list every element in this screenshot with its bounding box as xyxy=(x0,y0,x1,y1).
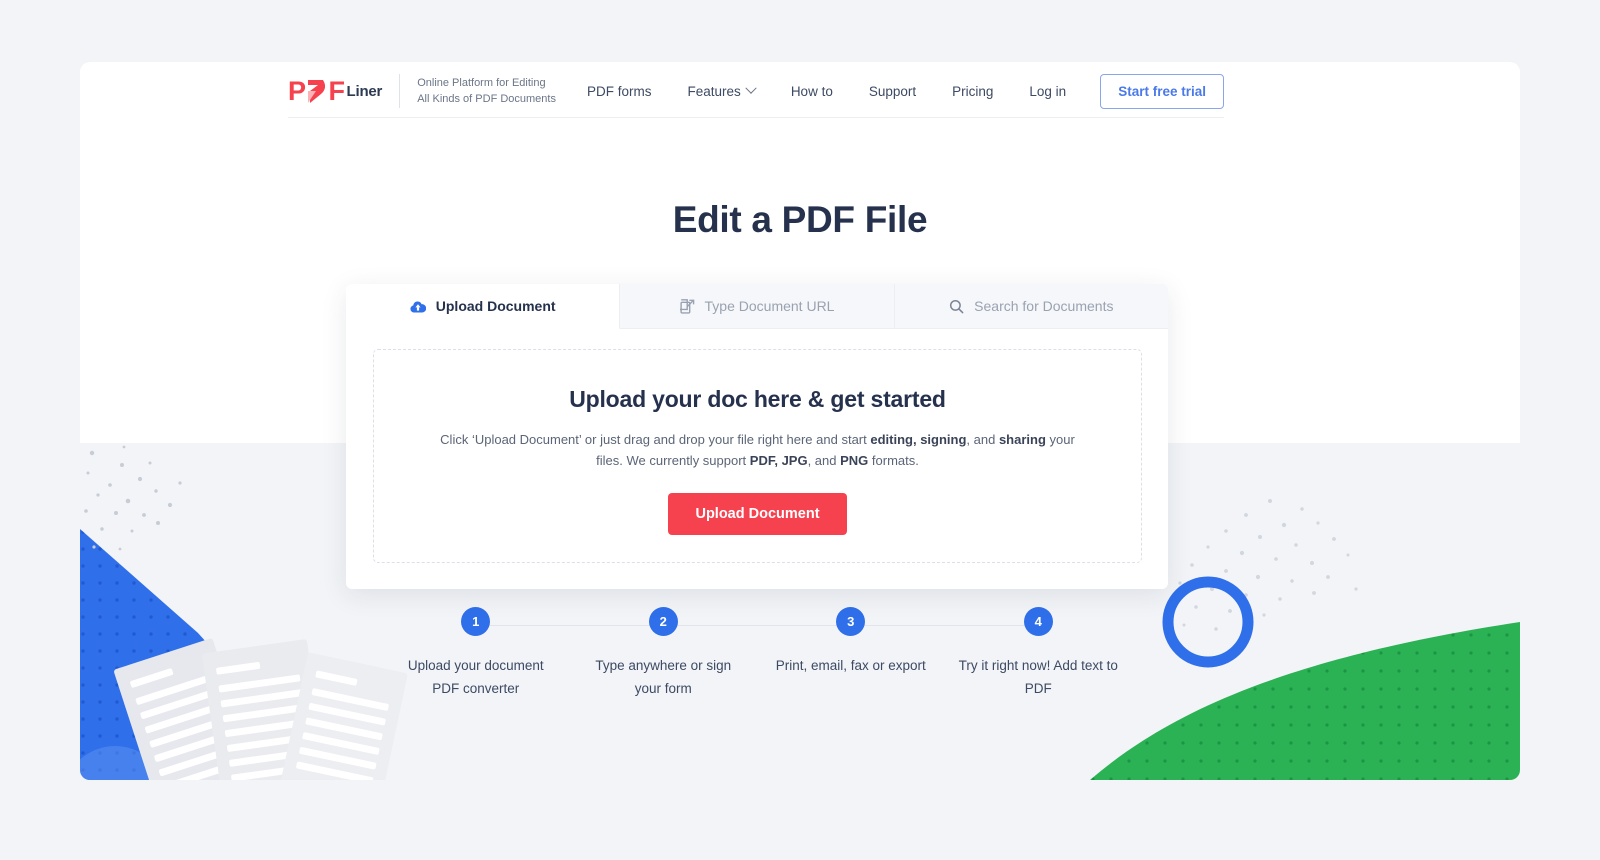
dot-cluster-left xyxy=(84,445,182,551)
tab-label: Type Document URL xyxy=(704,298,835,314)
document-sheets-illustration xyxy=(114,638,408,780)
page-card: P F Liner Online Platform for Editing Al… xyxy=(80,62,1520,780)
search-icon xyxy=(949,299,964,314)
upload-document-button[interactable]: Upload Document xyxy=(668,493,847,536)
desc-part-5: formats. xyxy=(868,453,919,469)
panel-tabs: Upload Document Type Document URL Search… xyxy=(346,284,1168,329)
step-number-badge: 4 xyxy=(1023,607,1053,636)
nav-item-features[interactable]: Features xyxy=(687,82,757,99)
logo-mark: P F Liner xyxy=(288,75,383,106)
logo-letter-f: F xyxy=(328,75,346,106)
dropzone-title: Upload your doc here & get started xyxy=(569,386,946,412)
cloud-upload-icon xyxy=(410,300,426,313)
step-number-badge: 3 xyxy=(836,607,866,636)
step-number-badge: 1 xyxy=(461,607,491,636)
tagline-line-2: All Kinds of PDF Documents xyxy=(417,93,556,105)
pdf-arrow-icon xyxy=(307,79,328,104)
nav-item-log-in[interactable]: Log in xyxy=(1029,84,1066,99)
desc-bold-4: PNG xyxy=(840,453,869,469)
tab-label: Search for Documents xyxy=(974,298,1114,314)
desc-part-4: , and xyxy=(807,453,841,469)
step-number-badge: 2 xyxy=(648,607,678,636)
tab-upload-document[interactable]: Upload Document xyxy=(346,284,621,329)
main-navigation: PDF forms Features How to Support Pricin… xyxy=(587,73,1224,109)
desc-bold-1: editing, signing xyxy=(870,432,967,447)
desc-bold-2: sharing xyxy=(998,432,1046,447)
step-label: Type anywhere or sign your form xyxy=(595,658,732,696)
step-item: 3 Print, email, fax or export xyxy=(757,607,1039,700)
nav-item-pdf-forms[interactable]: PDF forms xyxy=(587,84,652,99)
steps-section: 1 Upload your document PDF converter 2 T… xyxy=(382,607,1132,700)
header-divider xyxy=(288,117,1224,118)
nav-item-pricing[interactable]: Pricing xyxy=(952,84,993,99)
steps-row: 1 Upload your document PDF converter 2 T… xyxy=(382,607,1132,700)
blue-triangle-shape xyxy=(80,529,330,780)
tab-search-for-documents[interactable]: Search for Documents xyxy=(894,284,1168,329)
external-link-icon xyxy=(679,298,695,314)
nav-label: PDF forms xyxy=(587,83,652,99)
tab-label: Upload Document xyxy=(435,298,556,314)
nav-label: Features xyxy=(687,83,741,99)
tab-type-document-url[interactable]: Type Document URL xyxy=(620,284,895,329)
step-label: Print, email, fax or export xyxy=(775,658,926,673)
step-item: 1 Upload your document PDF converter xyxy=(382,607,664,700)
desc-part-1: Click ‘Upload Document’ or just drag and… xyxy=(440,432,871,447)
nav-label: Support xyxy=(868,83,917,99)
nav-label: Pricing xyxy=(952,83,994,99)
dropzone-description: Click ‘Upload Document’ or just drag and… xyxy=(428,429,1088,471)
tagline-line-1: Online Platform for Editing xyxy=(417,76,546,89)
dot-cluster-right xyxy=(1178,499,1358,631)
nav-label: Log in xyxy=(1029,83,1067,99)
upload-dropzone[interactable]: Upload your doc here & get started Click… xyxy=(373,349,1142,563)
site-header: P F Liner Online Platform for Editing Al… xyxy=(80,62,1520,120)
step-item: 4 Try it right now! Add text to PDF xyxy=(945,607,1133,700)
logo[interactable]: P F Liner Online Platform for Editing Al… xyxy=(288,74,556,108)
desc-bold-3: PDF, JPG xyxy=(749,453,808,469)
nav-item-how-to[interactable]: How to xyxy=(791,84,833,99)
page-title: Edit a PDF File xyxy=(672,199,928,240)
step-item: 2 Type anywhere or sign your form xyxy=(570,607,851,700)
logo-separator xyxy=(399,74,401,108)
chevron-down-icon xyxy=(745,82,757,94)
green-wave-shape xyxy=(1090,622,1520,780)
logo-letter-p: P xyxy=(288,75,306,106)
nav-item-support[interactable]: Support xyxy=(869,84,916,99)
light-blue-circle xyxy=(80,746,164,780)
nav-label: How to xyxy=(790,83,833,99)
logo-liner-text: Liner xyxy=(346,82,383,100)
step-label: Upload your document PDF converter xyxy=(407,658,544,696)
start-free-trial-button[interactable]: Start free trial xyxy=(1100,73,1224,109)
step-label: Try it right now! Add text to PDF xyxy=(958,658,1118,696)
desc-part-2: , and xyxy=(966,432,999,447)
logo-tagline: Online Platform for Editing All Kinds of… xyxy=(417,75,556,108)
upload-panel: Upload Document Type Document URL Search… xyxy=(346,284,1168,589)
blue-ring-circle xyxy=(1162,576,1254,668)
